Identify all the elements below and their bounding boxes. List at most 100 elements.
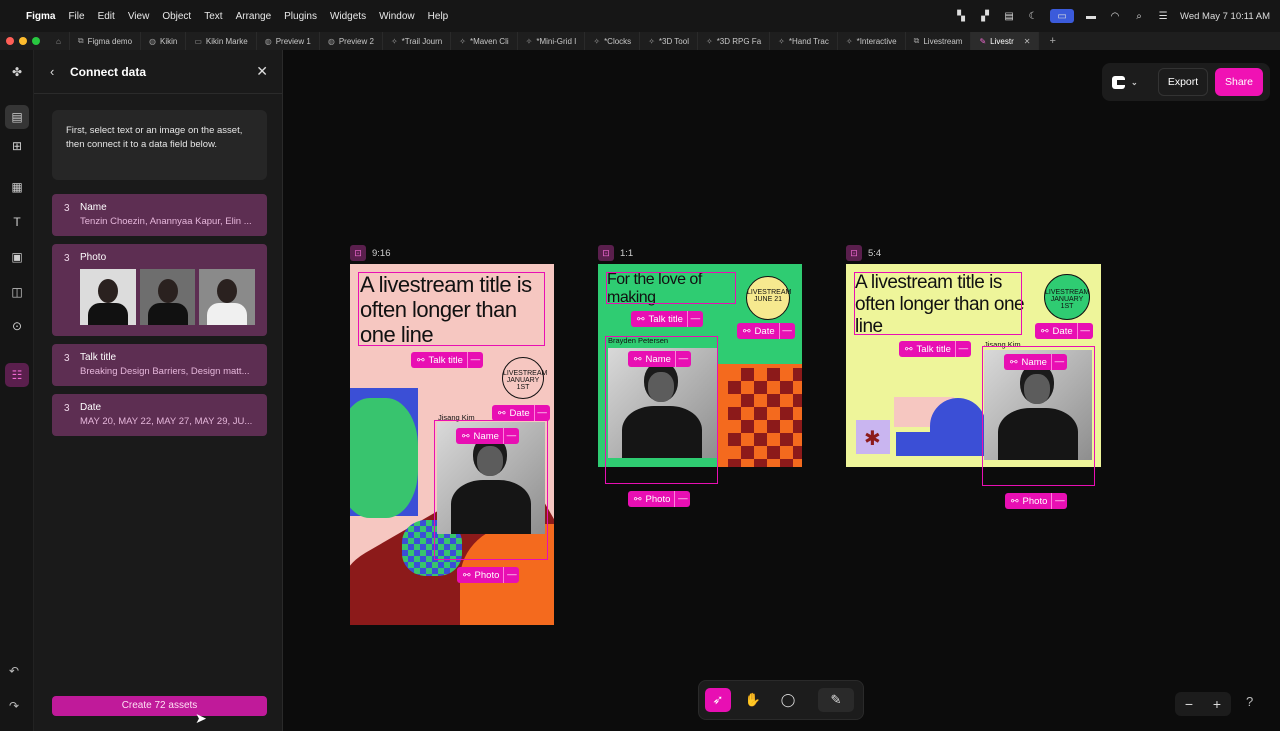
chip-photo[interactable]: ⚯ Photo — xyxy=(628,491,691,507)
tab-hand-trac[interactable]: ✧ *Hand Trac xyxy=(770,32,838,50)
chip-date[interactable]: ⚯ Date — xyxy=(492,405,550,421)
tab-preview-1[interactable]: ◍ Preview 1 xyxy=(257,32,320,50)
tab-livestream[interactable]: ⧉ Livestream xyxy=(906,32,972,50)
disconnect-button[interactable]: — xyxy=(466,352,483,368)
home-tab[interactable]: ⌂ xyxy=(48,32,70,50)
hand-tool-icon[interactable]: ✋ xyxy=(740,688,766,712)
export-button[interactable]: Export xyxy=(1158,68,1208,96)
chip-date[interactable]: ⚯ Date — xyxy=(737,323,795,339)
frame-label-9-16[interactable]: ⊡ 9:16 xyxy=(350,245,391,261)
menu-plugins[interactable]: Plugins xyxy=(284,11,317,22)
data-field-name[interactable]: 3 Name Tenzin Choezin, Anannyaa Kapur, E… xyxy=(52,194,267,236)
control-center-icon[interactable]: ☰ xyxy=(1156,11,1170,22)
image-icon[interactable]: ▣ xyxy=(5,245,29,269)
frame-label-1-1[interactable]: ⊡ 1:1 xyxy=(598,245,633,261)
undo-icon[interactable]: ↶ xyxy=(9,664,19,678)
data-table-icon[interactable]: ☷ xyxy=(5,363,29,387)
menu-object[interactable]: Object xyxy=(162,11,191,22)
frame-label-5-4[interactable]: ⊡ 5:4 xyxy=(846,245,881,261)
chip-name[interactable]: ⚯ Name — xyxy=(456,428,519,444)
tab-preview-2[interactable]: ◍ Preview 2 xyxy=(320,32,383,50)
status-icon-2[interactable]: ▞ xyxy=(978,11,992,22)
minimize-window-button[interactable] xyxy=(19,37,27,45)
battery-icon[interactable]: ▬ xyxy=(1084,11,1098,22)
zoom-in-icon[interactable]: + xyxy=(1213,696,1221,712)
search-icon[interactable]: ⌕ xyxy=(1132,11,1146,22)
redo-icon[interactable]: ↷ xyxy=(9,699,19,713)
disconnect-button[interactable]: — xyxy=(1076,323,1093,339)
assets-icon[interactable]: ⊞ xyxy=(5,134,29,158)
data-field-photo[interactable]: 3 Photo xyxy=(52,244,267,336)
tab-figma-demo[interactable]: ⧉ Figma demo xyxy=(70,32,142,50)
wifi-icon[interactable]: ◠ xyxy=(1108,11,1122,22)
moon-icon[interactable]: ☾ xyxy=(1026,11,1040,22)
shapes-icon[interactable]: ◫ xyxy=(5,280,29,304)
lock-icon[interactable]: ⊡ xyxy=(598,245,614,261)
frame-icon[interactable]: ▦ xyxy=(5,175,29,199)
data-field-date[interactable]: 3 Date MAY 20, MAY 22, MAY 27, MAY 29, J… xyxy=(52,394,267,436)
menu-widgets[interactable]: Widgets xyxy=(330,11,366,22)
chip-date[interactable]: ⚯ Date — xyxy=(1035,323,1093,339)
disconnect-button[interactable]: — xyxy=(503,567,519,583)
menu-text[interactable]: Text xyxy=(204,11,222,22)
chip-talk-title[interactable]: ⚯ Talk title — xyxy=(411,352,483,368)
livestream-badge[interactable]: LIVESTREAM JANUARY 1ST xyxy=(1044,274,1090,320)
disconnect-button[interactable]: — xyxy=(674,491,690,507)
disconnect-button[interactable]: — xyxy=(533,405,550,421)
share-button[interactable]: Share xyxy=(1215,68,1263,96)
tab-kikin[interactable]: ◍ Kikin xyxy=(141,32,187,50)
menu-view[interactable]: View xyxy=(128,11,150,22)
tab-livestream-active[interactable]: ✎ Livestr ✕ xyxy=(971,32,1040,50)
chip-photo[interactable]: ⚯ Photo — xyxy=(1005,493,1068,509)
plugin-icon[interactable]: ⊙ xyxy=(5,314,29,338)
menu-help[interactable]: Help xyxy=(428,11,449,22)
status-icon-1[interactable]: ▚ xyxy=(954,11,968,22)
livestream-badge[interactable]: LIVESTREAM JANUARY 1ST xyxy=(502,357,547,399)
data-field-talk-title[interactable]: 3 Talk title Breaking Design Barriers, D… xyxy=(52,344,267,386)
lock-icon[interactable]: ⊡ xyxy=(846,245,862,261)
disconnect-button[interactable]: — xyxy=(778,323,795,339)
tab-interactive[interactable]: ✧ *Interactive xyxy=(838,32,906,50)
pen-tool-icon[interactable]: ✎ xyxy=(818,688,854,712)
disconnect-button[interactable]: — xyxy=(1050,354,1067,370)
new-tab-icon[interactable]: + xyxy=(1039,35,1065,47)
menu-edit[interactable]: Edit xyxy=(98,11,115,22)
tab-mini-grid[interactable]: ✧ *Mini-Grid I xyxy=(518,32,586,50)
zoom-out-icon[interactable]: − xyxy=(1185,696,1193,712)
tab-maven-cli[interactable]: ✧ *Maven Cli xyxy=(451,32,518,50)
chip-name[interactable]: ⚯ Name — xyxy=(1004,354,1067,370)
close-tab-icon[interactable]: ✕ xyxy=(1024,37,1031,46)
zoom-window-button[interactable] xyxy=(32,37,40,45)
tab-kikin-marke[interactable]: ▭ Kikin Marke xyxy=(186,32,257,50)
help-icon[interactable]: ? xyxy=(1246,694,1253,709)
tab-3d-tool[interactable]: ✧ *3D Tool xyxy=(640,32,698,50)
chip-photo[interactable]: ⚯ Photo — xyxy=(457,567,520,583)
create-assets-button[interactable]: Create 72 assets xyxy=(52,696,267,716)
disconnect-button[interactable]: — xyxy=(502,428,519,444)
tab-trail-journ[interactable]: ✧ *Trail Journ xyxy=(383,32,452,50)
status-icon-3[interactable]: ▤ xyxy=(1002,11,1016,22)
close-window-button[interactable] xyxy=(6,37,14,45)
disconnect-button[interactable]: — xyxy=(954,341,971,357)
disconnect-button[interactable]: — xyxy=(674,351,691,367)
menu-window[interactable]: Window xyxy=(379,11,415,22)
app-logo-dropdown[interactable]: ⌄ xyxy=(1112,73,1146,91)
close-icon[interactable]: ✕ xyxy=(256,63,268,80)
disconnect-button[interactable]: — xyxy=(1051,493,1067,509)
move-tool-icon[interactable]: ➶ xyxy=(705,688,731,712)
chip-name[interactable]: ⚯ Name — xyxy=(628,351,691,367)
lock-icon[interactable]: ⊡ xyxy=(350,245,366,261)
clock[interactable]: Wed May 7 10:11 AM xyxy=(1180,11,1270,22)
menu-file[interactable]: File xyxy=(68,11,84,22)
figma-menu-icon[interactable]: ✤ xyxy=(5,60,29,84)
menu-arrange[interactable]: Arrange xyxy=(236,11,272,22)
comment-tool-icon[interactable]: ◯ xyxy=(775,688,801,712)
menu-app-figma[interactable]: Figma xyxy=(26,11,55,22)
livestream-badge[interactable]: LIVESTREAM JUNE 21 xyxy=(746,276,791,320)
chip-talk-title[interactable]: ⚯ Talk title — xyxy=(899,341,971,357)
screen-share-icon[interactable]: ▭ xyxy=(1050,9,1075,23)
layers-icon[interactable]: ▤ xyxy=(5,105,29,129)
tab-clocks[interactable]: ✧ *Clocks xyxy=(585,32,641,50)
text-icon[interactable]: T xyxy=(5,210,29,234)
disconnect-button[interactable]: — xyxy=(686,311,703,327)
